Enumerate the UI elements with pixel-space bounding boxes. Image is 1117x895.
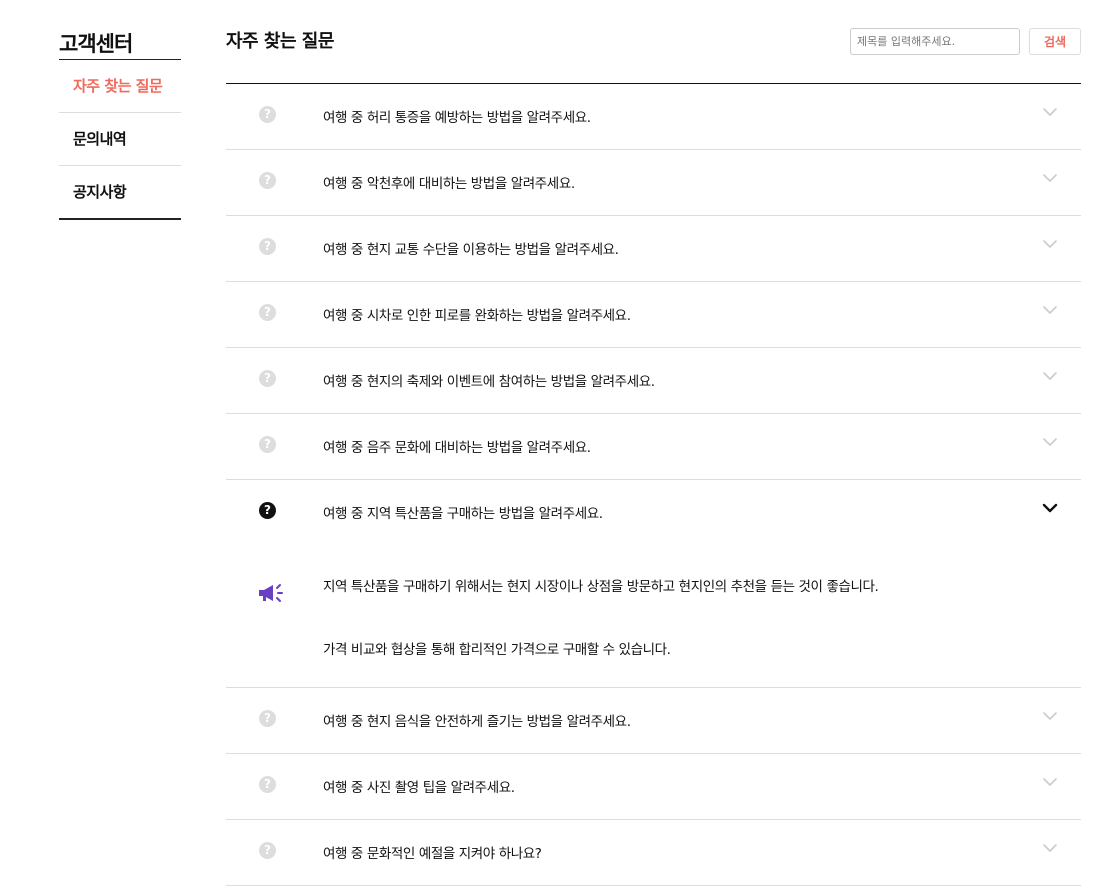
faq-question-text: 여행 중 현지 교통 수단을 이용하는 방법을 알려주세요. xyxy=(323,242,619,258)
faq-item: ? 여행 중 악천후에 대비하는 방법을 알려주세요. xyxy=(226,150,1081,216)
faq-question-text: 여행 중 허리 통증을 예방하는 방법을 알려주세요. xyxy=(323,110,591,126)
faq-list: ? 여행 중 허리 통증을 예방하는 방법을 알려주세요.? 여행 중 악천후에 대… xyxy=(226,84,1081,886)
chevron-down-icon[interactable] xyxy=(1041,500,1059,514)
question-circle-icon: ? xyxy=(259,502,276,519)
question-circle-icon: ? xyxy=(259,172,276,189)
faq-answer-text: 지역 특산품을 구매하기 위해서는 현지 시장이나 상점을 방문하고 현지인의 … xyxy=(323,579,879,595)
faq-question-text: 여행 중 현지의 축제와 이벤트에 참여하는 방법을 알려주세요. xyxy=(323,374,655,390)
faq-question-row[interactable]: ? 여행 중 현지 교통 수단을 이용하는 방법을 알려주세요. xyxy=(226,216,1081,281)
faq-question-row[interactable]: ? 여행 중 지역 특산품을 구매하는 방법을 알려주세요. xyxy=(226,480,1081,545)
faq-item: ? 여행 중 현지의 축제와 이벤트에 참여하는 방법을 알려주세요. xyxy=(226,348,1081,414)
question-circle-icon: ? xyxy=(259,710,276,727)
sidebar: 고객센터 자주 찾는 질문 문의내역 공지사항 xyxy=(59,30,181,220)
faq-question-row[interactable]: ? 여행 중 허리 통증을 예방하는 방법을 알려주세요. xyxy=(226,84,1081,149)
faq-item: ? 여행 중 시차로 인한 피로를 완화하는 방법을 알려주세요. xyxy=(226,282,1081,348)
search-input[interactable] xyxy=(850,28,1020,55)
faq-question-text: 여행 중 시차로 인한 피로를 완화하는 방법을 알려주세요. xyxy=(323,308,631,324)
faq-answer: 지역 특산품을 구매하기 위해서는 현지 시장이나 상점을 방문하고 현지인의 … xyxy=(226,545,1081,687)
faq-question-row[interactable]: ? 여행 중 현지 음식을 안전하게 즐기는 방법을 알려주세요. xyxy=(226,688,1081,753)
faq-question-text: 여행 중 음주 문화에 대비하는 방법을 알려주세요. xyxy=(323,440,591,456)
faq-item: ? 여행 중 현지 교통 수단을 이용하는 방법을 알려주세요. xyxy=(226,216,1081,282)
question-circle-icon: ? xyxy=(259,436,276,453)
sidebar-item-notices[interactable]: 공지사항 xyxy=(59,166,181,220)
question-circle-icon: ? xyxy=(259,842,276,859)
sidebar-item-inquiries[interactable]: 문의내역 xyxy=(59,113,181,166)
faq-item: ? 여행 중 문화적인 예절을 지켜야 하나요? xyxy=(226,820,1081,886)
faq-question-row[interactable]: ? 여행 중 악천후에 대비하는 방법을 알려주세요. xyxy=(226,150,1081,215)
question-circle-icon: ? xyxy=(259,304,276,321)
chevron-down-icon[interactable] xyxy=(1041,302,1059,316)
faq-item: ? 여행 중 현지 음식을 안전하게 즐기는 방법을 알려주세요. xyxy=(226,688,1081,754)
faq-question-text: 여행 중 사진 촬영 팁을 알려주세요. xyxy=(323,780,515,796)
faq-question-text: 여행 중 현지 음식을 안전하게 즐기는 방법을 알려주세요. xyxy=(323,714,631,730)
chevron-down-icon[interactable] xyxy=(1041,104,1059,118)
faq-question-row[interactable]: ? 여행 중 사진 촬영 팁을 알려주세요. xyxy=(226,754,1081,819)
question-circle-icon: ? xyxy=(259,238,276,255)
chevron-down-icon[interactable] xyxy=(1041,170,1059,184)
faq-item: ? 여행 중 허리 통증을 예방하는 방법을 알려주세요. xyxy=(226,84,1081,150)
sidebar-item-faq[interactable]: 자주 찾는 질문 xyxy=(59,60,181,113)
question-circle-icon: ? xyxy=(259,776,276,793)
faq-answer-text: 가격 비교와 협상을 통해 합리적인 가격으로 구매할 수 있습니다. xyxy=(323,642,671,658)
chevron-down-icon[interactable] xyxy=(1041,774,1059,788)
faq-item: ? 여행 중 음주 문화에 대비하는 방법을 알려주세요. xyxy=(226,414,1081,480)
megaphone-icon xyxy=(256,581,286,605)
search-button[interactable]: 검색 xyxy=(1029,28,1081,55)
page-title: 자주 찾는 질문 xyxy=(226,31,334,52)
chevron-down-icon[interactable] xyxy=(1041,236,1059,250)
faq-question-row[interactable]: ? 여행 중 현지의 축제와 이벤트에 참여하는 방법을 알려주세요. xyxy=(226,348,1081,413)
chevron-down-icon[interactable] xyxy=(1041,840,1059,854)
faq-question-row[interactable]: ? 여행 중 문화적인 예절을 지켜야 하나요? xyxy=(226,820,1081,885)
chevron-down-icon[interactable] xyxy=(1041,708,1059,722)
faq-item: ? 여행 중 사진 촬영 팁을 알려주세요. xyxy=(226,754,1081,820)
faq-question-text: 여행 중 지역 특산품을 구매하는 방법을 알려주세요. xyxy=(323,506,603,522)
chevron-down-icon[interactable] xyxy=(1041,434,1059,448)
faq-question-text: 여행 중 악천후에 대비하는 방법을 알려주세요. xyxy=(323,176,575,192)
chevron-down-icon[interactable] xyxy=(1041,368,1059,382)
faq-question-text: 여행 중 문화적인 예절을 지켜야 하나요? xyxy=(323,846,542,862)
faq-question-row[interactable]: ? 여행 중 시차로 인한 피로를 완화하는 방법을 알려주세요. xyxy=(226,282,1081,347)
question-circle-icon: ? xyxy=(259,370,276,387)
question-circle-icon: ? xyxy=(259,106,276,123)
sidebar-title: 고객센터 xyxy=(59,32,133,56)
faq-question-row[interactable]: ? 여행 중 음주 문화에 대비하는 방법을 알려주세요. xyxy=(226,414,1081,479)
faq-item: ? 여행 중 지역 특산품을 구매하는 방법을 알려주세요. 지역 특산품을 구매하… xyxy=(226,480,1081,688)
